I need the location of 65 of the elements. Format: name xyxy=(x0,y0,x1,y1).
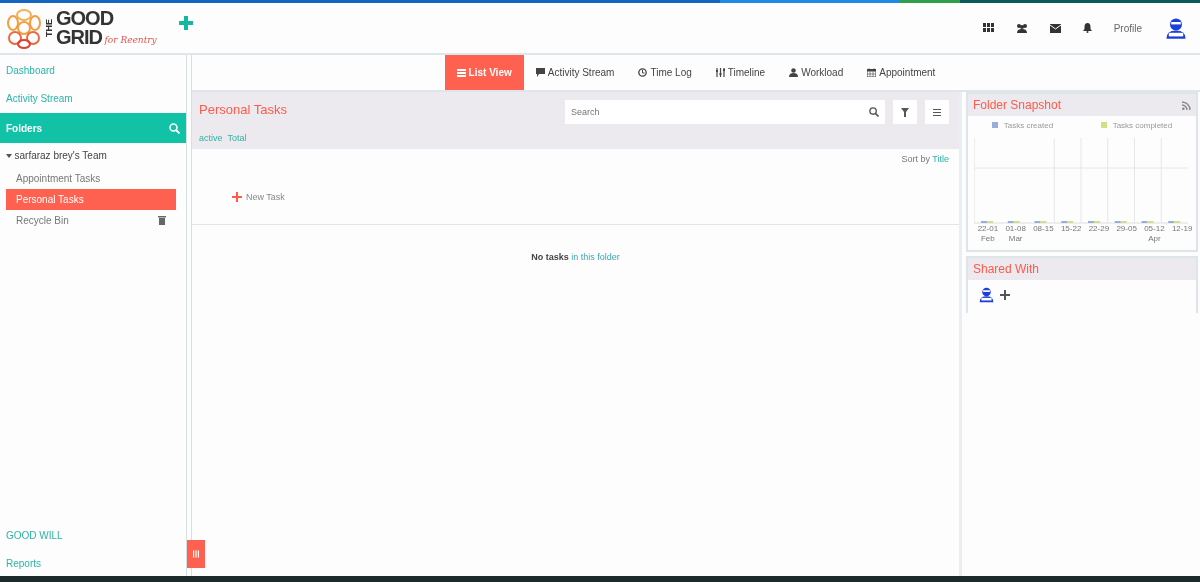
logo-text: GRID xyxy=(56,28,102,47)
folder-item[interactable]: Appointment Tasks xyxy=(6,168,176,189)
view-tab[interactable]: List View xyxy=(444,55,524,90)
axis-label: 22-29 xyxy=(1087,224,1111,235)
users-icon[interactable] xyxy=(1015,23,1028,33)
logo-text: GOOD xyxy=(56,9,115,28)
sidebar-item[interactable]: Activity Stream xyxy=(0,83,186,111)
sliders-icon xyxy=(715,68,725,77)
caret-down-icon[interactable] xyxy=(6,152,12,159)
sidebar-item[interactable]: Reports xyxy=(0,548,186,576)
comment-icon xyxy=(535,68,545,77)
axis-label: 01-08 Mar xyxy=(1004,224,1027,245)
trash-icon[interactable] xyxy=(158,216,166,225)
filter-icon xyxy=(901,107,909,117)
add-icon xyxy=(232,192,242,203)
sort-field-link[interactable]: Title xyxy=(932,154,949,164)
axis-label: 12-19 xyxy=(1170,224,1194,235)
apps-grid-icon[interactable] xyxy=(982,23,994,33)
profile-link[interactable]: Profile xyxy=(1113,20,1142,36)
legend-item: Tasks created xyxy=(991,120,1054,132)
panel-title: Personal Tasks xyxy=(199,101,287,119)
user-avatar-icon[interactable] xyxy=(1164,16,1188,40)
sidebar-item[interactable]: Dashboard xyxy=(0,55,186,83)
filter-button[interactable] xyxy=(893,100,917,124)
view-tab[interactable]: Workload xyxy=(777,55,856,90)
flower-logo-icon xyxy=(6,6,42,50)
calendar-icon xyxy=(867,68,877,77)
add-icon[interactable] xyxy=(1000,289,1010,300)
list-icon xyxy=(456,68,466,77)
search-field[interactable]: Search xyxy=(565,100,885,124)
user-icon xyxy=(789,68,799,77)
filter-link[interactable]: active xyxy=(199,131,223,145)
new-task-button[interactable]: New Task xyxy=(232,190,959,204)
collapse-button[interactable] xyxy=(187,540,205,568)
folder-item[interactable]: Personal Tasks xyxy=(6,189,176,210)
filter-link[interactable]: Total xyxy=(227,131,247,145)
legend-item: Tasks completed xyxy=(1100,120,1173,132)
user-avatar-icon[interactable] xyxy=(978,286,995,303)
axis-label: 08-15 xyxy=(1032,224,1055,235)
rss-icon[interactable] xyxy=(1182,100,1191,110)
view-tab[interactable]: Appointment xyxy=(855,55,948,90)
search-icon[interactable] xyxy=(869,107,879,117)
card-title: Shared With xyxy=(973,261,1040,278)
view-tab[interactable]: Activity Stream xyxy=(523,55,627,90)
menu-button[interactable] xyxy=(925,100,949,124)
folder-item[interactable]: Recycle Bin xyxy=(6,210,176,231)
menu-icon xyxy=(933,108,941,116)
view-tab[interactable]: Timeline xyxy=(703,55,778,90)
mail-icon[interactable] xyxy=(1049,23,1061,33)
sidebar-item[interactable]: GOOD WILL xyxy=(0,520,186,548)
logo-tagline: for Reentry xyxy=(104,33,157,47)
card-title: Folder Snapshot xyxy=(973,97,1062,114)
axis-label: 15-22 xyxy=(1059,224,1083,235)
columns-icon xyxy=(193,548,199,560)
empty-message: No tasks in this folder xyxy=(530,251,621,264)
sort-label: Sort by Title xyxy=(900,153,950,166)
logo-text: THE xyxy=(44,19,54,37)
team-folder[interactable]: sarfaraz brey's Team xyxy=(14,148,107,163)
folders-label: Folders xyxy=(6,121,43,136)
bell-icon[interactable] xyxy=(1082,23,1092,33)
axis-label: 22-01 Feb xyxy=(976,224,1000,245)
axis-label: 29-05 xyxy=(1115,224,1138,235)
axis-label: 05-12 Apr xyxy=(1143,224,1166,245)
clock-icon xyxy=(638,68,648,77)
view-tab[interactable]: Time Log xyxy=(626,55,704,90)
